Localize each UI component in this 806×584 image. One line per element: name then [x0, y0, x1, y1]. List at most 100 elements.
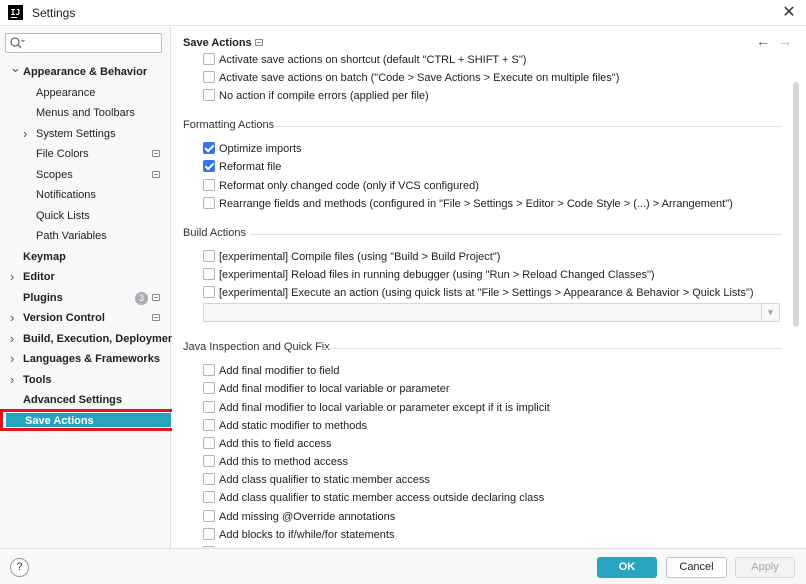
- ok-button[interactable]: OK: [597, 557, 657, 578]
- project-settings-icon: [152, 171, 160, 178]
- checkbox[interactable]: [203, 250, 215, 262]
- sidebar-item-label: Tools: [23, 374, 52, 386]
- chevron-right-icon[interactable]: ›: [10, 267, 18, 287]
- checkbox[interactable]: [203, 437, 215, 449]
- checkbox[interactable]: [203, 455, 215, 467]
- search-icon: [10, 37, 25, 49]
- cancel-button[interactable]: Cancel: [666, 557, 727, 578]
- help-button[interactable]: ?: [10, 558, 29, 577]
- project-settings-icon: [152, 294, 160, 301]
- chevron-right-icon[interactable]: ›: [10, 370, 18, 390]
- sidebar-item-system-settings[interactable]: › System Settings: [0, 124, 170, 144]
- chevron-right-icon[interactable]: ›: [10, 329, 18, 349]
- sidebar-item-label: Languages & Frameworks: [23, 353, 160, 365]
- checkbox-label: Add class qualifier to static member acc…: [219, 474, 430, 486]
- checkbox[interactable]: [203, 268, 215, 280]
- sidebar-item-plugins[interactable]: Plugins 3: [0, 288, 170, 308]
- checkbox-label: Add this to method access: [219, 456, 349, 468]
- sidebar-item-appearance-behavior[interactable]: ⌄ Appearance & Behavior: [0, 60, 170, 82]
- checkbox[interactable]: [203, 364, 215, 376]
- checkbox-label: Add final modifier to field: [219, 365, 340, 377]
- forward-arrow-icon[interactable]: →: [778, 33, 792, 49]
- checkbox-label: Add final modifier to local variable or …: [219, 383, 450, 395]
- sidebar-item-label: Quick Lists: [36, 210, 90, 222]
- dialog-footer: ? OK Cancel Apply: [0, 548, 806, 584]
- apply-button[interactable]: Apply: [735, 557, 795, 578]
- sidebar-item-editor[interactable]: › Editor: [0, 267, 170, 287]
- window-title: Settings: [32, 6, 76, 20]
- checkbox-label: Reformat file: [219, 161, 282, 173]
- checkbox-label: Optimize imports: [219, 143, 302, 155]
- sidebar-item-scopes[interactable]: Scopes: [0, 165, 170, 185]
- quick-list-dropdown[interactable]: ▼: [203, 303, 780, 322]
- chevron-right-icon[interactable]: ›: [23, 124, 31, 144]
- checkbox-label: Reformat only changed code (only if VCS …: [219, 180, 479, 192]
- chevron-down-icon[interactable]: ▼: [761, 304, 779, 321]
- sidebar-item-file-colors[interactable]: File Colors: [0, 144, 170, 164]
- checkbox[interactable]: [203, 197, 215, 209]
- checkbox[interactable]: [203, 382, 215, 394]
- sidebar-item-keymap[interactable]: Keymap: [0, 247, 170, 267]
- checkbox-label: Add static modifier to methods: [219, 420, 367, 432]
- sidebar-item-label: Menus and Toolbars: [36, 107, 135, 119]
- section-divider: [322, 348, 782, 349]
- checkbox-checked[interactable]: [203, 142, 215, 154]
- checkbox[interactable]: [203, 473, 215, 485]
- checkbox-label: [experimental] Execute an action (using …: [219, 287, 754, 299]
- checkbox[interactable]: [203, 53, 215, 65]
- sidebar-item-notifications[interactable]: Notifications: [0, 185, 170, 205]
- sidebar-item-path-variables[interactable]: Path Variables: [0, 226, 170, 246]
- sidebar-item-label: Scopes: [36, 169, 73, 181]
- selection-highlight: Save Actions: [6, 413, 171, 427]
- sidebar-item-languages-frameworks[interactable]: › Languages & Frameworks: [0, 349, 170, 369]
- checkbox[interactable]: [203, 89, 215, 101]
- sidebar-item-advanced-settings[interactable]: Advanced Settings: [0, 390, 170, 410]
- sidebar-item-menus-and-toolbars[interactable]: Menus and Toolbars: [0, 103, 170, 123]
- checkbox-label: Add blocks to if/while/for statements: [219, 529, 395, 541]
- update-count-badge: 3: [135, 292, 148, 305]
- checkbox[interactable]: [203, 491, 215, 503]
- sidebar-item-label: Notifications: [36, 189, 96, 201]
- sidebar-item-quick-lists[interactable]: Quick Lists: [0, 206, 170, 226]
- chevron-down-icon[interactable]: ⌄: [10, 58, 21, 78]
- sidebar-item-label: File Colors: [36, 148, 89, 160]
- sidebar-item-label: Appearance: [36, 87, 96, 99]
- section-divider: [276, 126, 782, 127]
- checkbox[interactable]: [203, 286, 215, 298]
- section-title: Formatting Actions: [183, 119, 275, 131]
- section-title: Java Inspection and Quick Fix: [183, 341, 330, 353]
- sidebar-item-label: Appearance & Behavior: [23, 66, 148, 78]
- section-divider: [250, 234, 782, 235]
- sidebar-item-label: Keymap: [23, 251, 66, 263]
- chevron-right-icon[interactable]: ›: [10, 349, 18, 369]
- sidebar-item-save-actions[interactable]: Save Actions: [0, 409, 179, 431]
- main-panel: Save Actions ← → Activate save actions o…: [172, 27, 806, 548]
- checkbox-label: Add final modifier to local variable or …: [219, 402, 550, 414]
- sidebar-item-tools[interactable]: › Tools: [0, 370, 170, 390]
- search-field[interactable]: [5, 33, 162, 53]
- checkbox[interactable]: [203, 528, 215, 540]
- search-input[interactable]: [28, 35, 158, 51]
- close-icon[interactable]: ✕: [778, 3, 800, 23]
- checkbox-label: Add missing @Override annotations: [219, 511, 396, 523]
- checkbox-label: [experimental] Reload files in running d…: [219, 269, 655, 281]
- sidebar-item-appearance[interactable]: Appearance: [0, 83, 170, 103]
- checkbox[interactable]: [203, 419, 215, 431]
- checkbox[interactable]: [203, 510, 215, 522]
- checkbox-label: No action if compile errors (applied per…: [219, 90, 429, 102]
- vertical-scrollbar[interactable]: [793, 82, 799, 327]
- checkbox[interactable]: [203, 179, 215, 191]
- sidebar-item-build-execution-deployment[interactable]: › Build, Execution, Deployment: [0, 329, 178, 349]
- title-bar: IJ Settings ✕: [0, 0, 806, 26]
- checkbox[interactable]: [203, 71, 215, 83]
- checkbox-label: Add this to field access: [219, 438, 332, 450]
- sidebar-item-version-control[interactable]: › Version Control: [0, 308, 170, 328]
- intellij-icon: IJ: [8, 5, 23, 20]
- back-arrow-icon[interactable]: ←: [756, 33, 770, 49]
- checkbox[interactable]: [203, 401, 215, 413]
- sidebar-item-label: Save Actions: [25, 415, 94, 427]
- checkbox-checked[interactable]: [203, 160, 215, 172]
- checkbox-label: Add class qualifier to static member acc…: [219, 492, 545, 504]
- sidebar-item-label: Path Variables: [36, 230, 107, 242]
- chevron-right-icon[interactable]: ›: [10, 308, 18, 328]
